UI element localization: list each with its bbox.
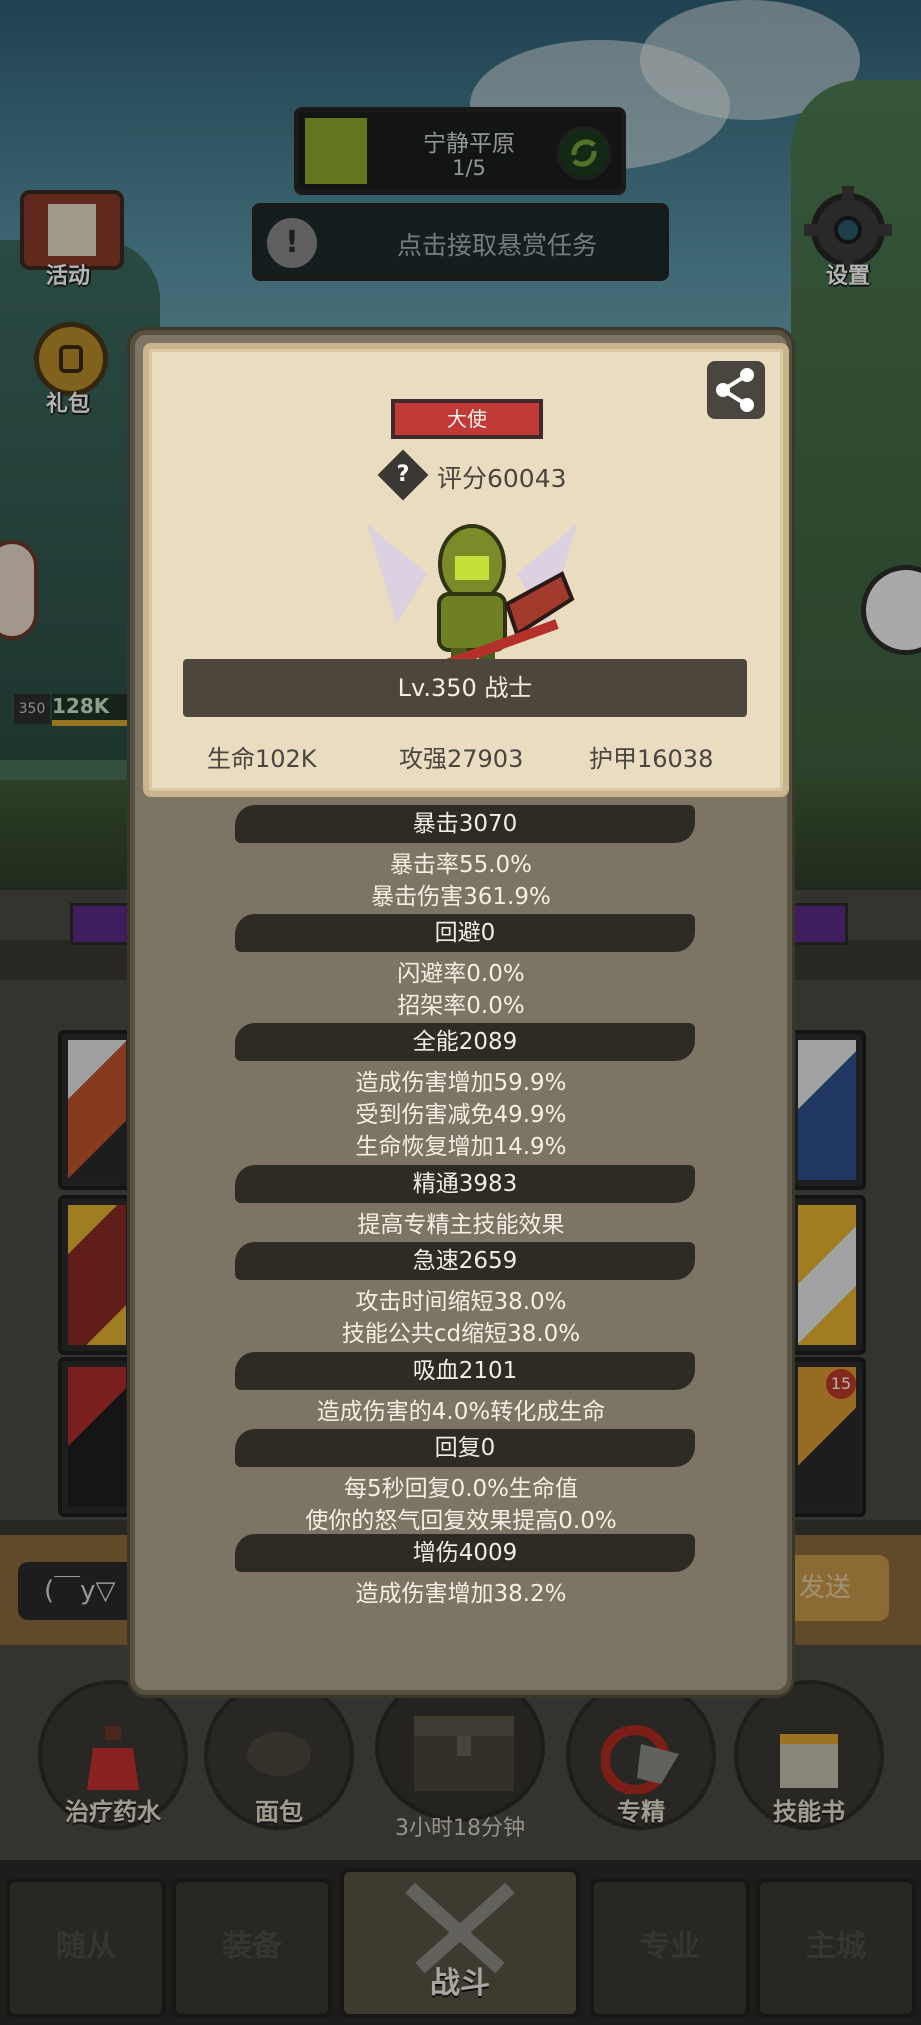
attr-line: 技能公共cd缩短38.0% [341, 1321, 581, 1347]
attr-line: 造成伤害的4.0%转化成生命 [316, 1399, 606, 1425]
attr-line: 暴击伤害361.9% [371, 884, 551, 910]
hp-stat: 生命102K [207, 745, 317, 773]
attr-line: 使你的怒气回复效果提高0.0% [305, 1508, 617, 1534]
share-button[interactable] [707, 361, 765, 419]
attr-line: 攻击时间缩短38.0% [355, 1289, 567, 1315]
attr-line: 受到伤害减免49.9% [355, 1102, 567, 1128]
attr-header-damage-bonus: 增伤4009 [235, 1534, 695, 1572]
attr-line: 闪避率0.0% [397, 961, 525, 987]
character-card: 大使 ? 评分60043 Lv.350 战士 生命102K 攻强27903 护甲… [143, 343, 789, 797]
attr-line: 造成伤害增加59.9% [355, 1070, 567, 1096]
armor-stat: 护甲16038 [589, 745, 714, 773]
attr-line: 提高专精主技能效果 [357, 1212, 565, 1238]
attr-line: 暴击率55.0% [389, 852, 533, 878]
attr-line: 招架率0.0% [397, 993, 525, 1019]
attr-header-lifesteal: 吸血2101 [235, 1352, 695, 1390]
attr-header-mastery: 精通3983 [235, 1165, 695, 1203]
attr-header-versatility: 全能2089 [235, 1023, 695, 1061]
attr-header-crit: 暴击3070 [235, 805, 695, 843]
attack-power-stat: 攻强27903 [399, 745, 524, 773]
level-bar: Lv.350 战士 [183, 659, 747, 717]
character-stats-modal: 大使 ? 评分60043 Lv.350 战士 生命102K 攻强27903 护甲… [130, 330, 792, 1695]
attr-header-avoidance: 回避0 [235, 914, 695, 952]
attr-header-regen: 回复0 [235, 1429, 695, 1467]
attr-header-haste: 急速2659 [235, 1242, 695, 1280]
hero-portrait [367, 524, 577, 674]
help-icon[interactable]: ? [377, 449, 429, 501]
share-icon [716, 368, 754, 412]
attr-line: 每5秒回复0.0%生命值 [343, 1476, 579, 1502]
score-text: 评分60043 [437, 464, 567, 493]
attr-line: 生命恢复增加14.9% [355, 1134, 567, 1160]
rank-badge: 大使 [391, 399, 543, 439]
attr-line: 造成伤害增加38.2% [355, 1581, 567, 1607]
